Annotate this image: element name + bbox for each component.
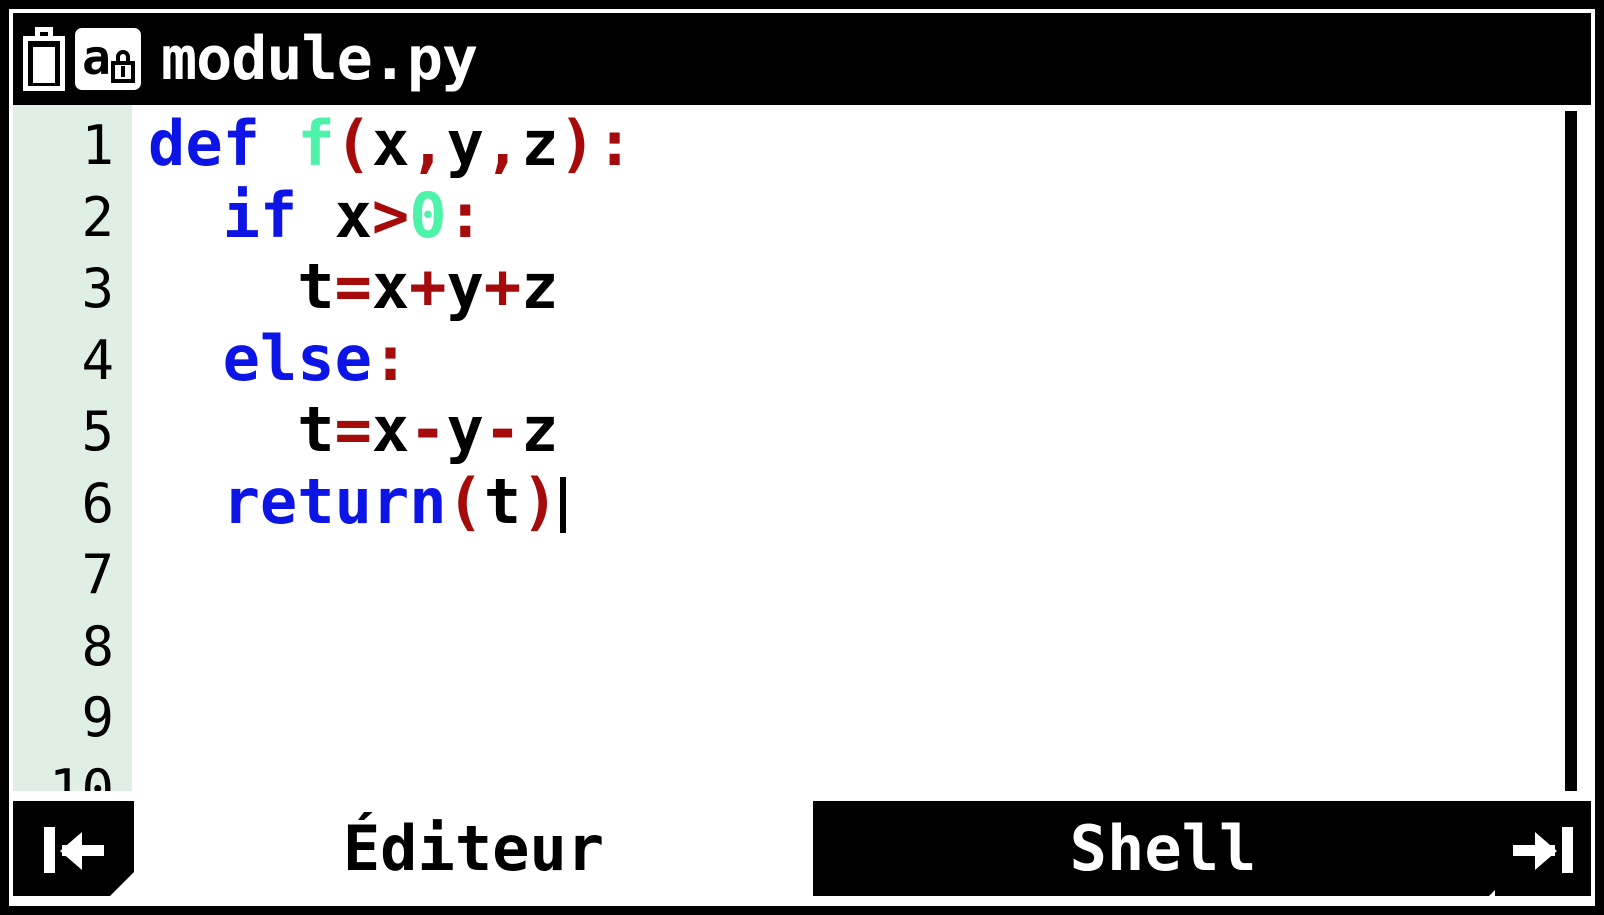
code-token-id: y [446, 393, 484, 466]
code-token-kw: def [148, 107, 260, 180]
code-token-id: y [446, 107, 484, 180]
tab-editeur[interactable]: Éditeur [134, 801, 813, 896]
code-line[interactable]: t=x-y-z [148, 399, 558, 461]
code-token-op: = [334, 393, 372, 466]
line-number: 4 [81, 328, 114, 392]
code-token-kw: if [222, 178, 298, 252]
code-token-id: t [297, 393, 335, 466]
code-token-op: = [334, 250, 372, 323]
code-line[interactable]: return(t) [148, 470, 566, 533]
line-number: 5 [81, 400, 114, 463]
code-token-kw: else [222, 321, 372, 395]
editor-scrollbar-thumb[interactable] [1565, 111, 1577, 791]
line-number: 2 [81, 185, 114, 249]
code-token-op: ( [334, 107, 372, 180]
line-number: 6 [81, 471, 114, 535]
code-token-kw: return [222, 464, 447, 538]
line-number: 1 [81, 114, 114, 177]
code-token-op: ) [558, 107, 596, 180]
code-token-id: z [521, 393, 559, 466]
lock-keyhole [121, 66, 125, 77]
tab-shell[interactable]: Shell [813, 801, 1514, 897]
code-token-op: , [409, 107, 447, 180]
code-token-op: - [409, 393, 447, 466]
code-token-op: ) [521, 464, 559, 538]
line-number: 9 [81, 686, 114, 749]
code-token-op: > [371, 178, 410, 252]
code-token-id: z [521, 107, 559, 180]
previous-app-button[interactable] [13, 801, 135, 897]
code-token-id: y [446, 250, 484, 323]
code-token-id: x [334, 178, 372, 252]
code-token-op: + [483, 250, 522, 323]
code-token-op: : [446, 178, 484, 252]
code-token-id [297, 179, 334, 252]
code-token-id: x [371, 250, 410, 323]
next-app-button[interactable] [1495, 801, 1591, 896]
line-number: 8 [81, 614, 114, 678]
code-line[interactable]: def f(x,y,z): [148, 113, 633, 175]
tab-editeur-label: Éditeur [342, 812, 605, 885]
code-token-op: + [409, 250, 447, 323]
screen-inner-frame: a module.py 1 2 3 4 5 6 7 8 9 10 def f(x,y,z): if … [9, 9, 1595, 906]
last-page-right-arrow-icon [1505, 821, 1581, 877]
code-text-area[interactable]: def f(x,y,z): if x>0: t=x+y+z else: t=x-y-z r… [132, 105, 1591, 799]
page-title: module.py [161, 24, 478, 94]
code-token-id: x [371, 107, 410, 180]
calculator-screen: a module.py 1 2 3 4 5 6 7 8 9 10 def f(x,y,z): if … [0, 0, 1604, 915]
code-token-id: x [371, 393, 410, 466]
line-number: 7 [81, 543, 114, 606]
code-token-op: , [483, 107, 522, 180]
code-token-num: 0 [409, 178, 447, 252]
code-token-id: t [483, 464, 522, 538]
battery-icon [23, 27, 65, 91]
code-line[interactable]: if x>0: [148, 184, 484, 247]
code-token-op: ( [446, 464, 484, 538]
tab-shell-label: Shell [1069, 812, 1257, 885]
text-cursor [559, 476, 566, 533]
code-line[interactable]: else: [148, 327, 410, 390]
first-page-left-arrow-icon [36, 821, 112, 877]
code-token-op: - [483, 393, 522, 466]
code-token-id: t [297, 250, 335, 323]
code-editor[interactable]: 1 2 3 4 5 6 7 8 9 10 def f(x,y,z): if x>0: t=x+y+z e… [13, 105, 1591, 799]
code-token-op: : [595, 107, 634, 180]
line-number: 3 [81, 257, 114, 320]
code-token-id [260, 107, 297, 180]
alpha-lock-icon: a [75, 28, 141, 90]
alpha-lock-letter: a [82, 30, 111, 86]
bottom-tab-bar: Éditeur Shell [13, 791, 1591, 902]
line-number-gutter: 1 2 3 4 5 6 7 8 9 10 [13, 105, 132, 799]
code-token-fn: f [297, 107, 335, 180]
code-token-id: z [521, 250, 559, 323]
code-token-op: : [371, 321, 410, 395]
code-line[interactable]: t=x+y+z [148, 256, 558, 318]
editor-scrollbar[interactable] [1565, 111, 1577, 791]
title-bar: a module.py [13, 13, 1591, 105]
